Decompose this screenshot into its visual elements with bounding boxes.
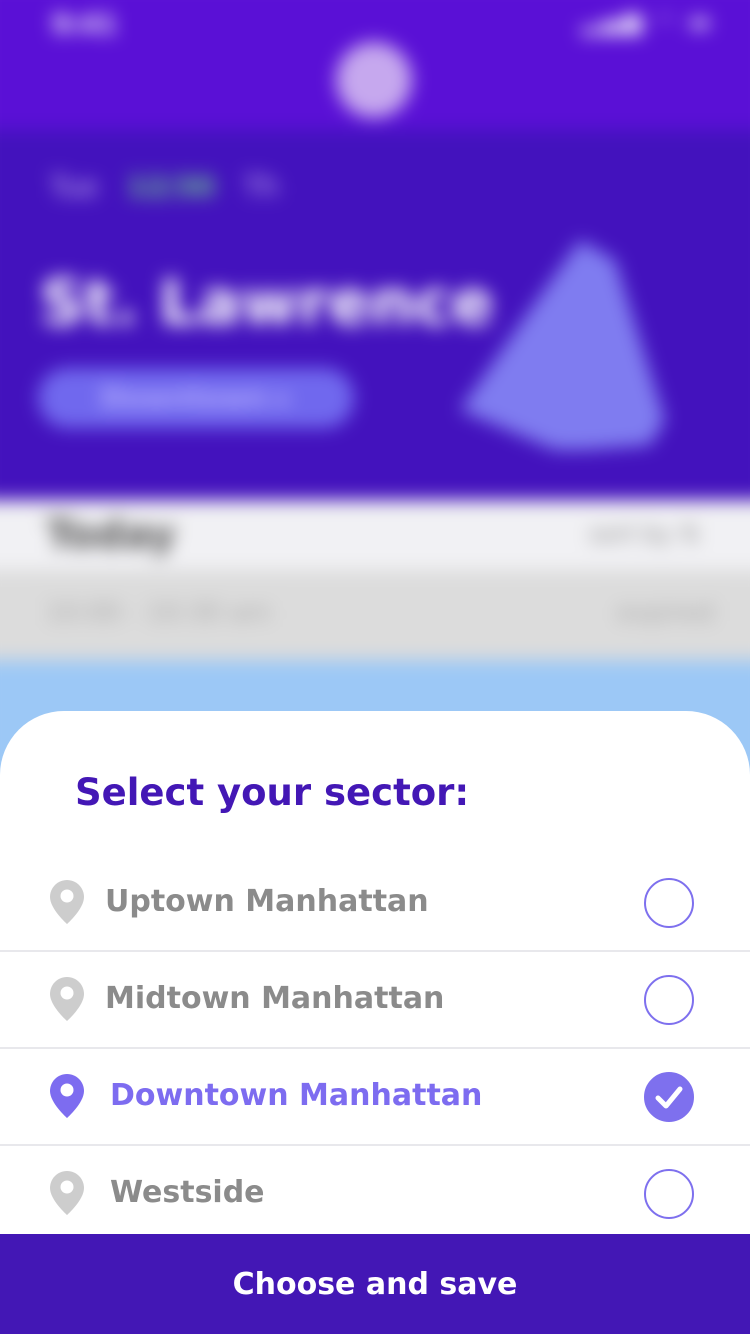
- location-pin-icon: [50, 977, 84, 1021]
- radio-unchecked[interactable]: [644, 878, 694, 928]
- location-pin-icon: [50, 880, 84, 924]
- sheet-title: Select your sector:: [75, 771, 470, 814]
- bg-sort-control: sort by ⇅: [588, 520, 700, 548]
- checkmark-icon: [655, 1086, 683, 1109]
- sector-option-label: Westside: [110, 1175, 265, 1210]
- bg-slot-state: expired: [616, 598, 714, 628]
- bg-map-shape: [460, 240, 665, 450]
- sector-bottom-sheet: Select your sector: Uptown Manhattan Mid…: [0, 711, 750, 1334]
- sector-option-label: Uptown Manhattan: [105, 884, 429, 919]
- bg-sector-pill: Downtown ▸: [38, 368, 354, 428]
- bg-slot-time: 10:00 - 10:30 am: [46, 598, 272, 628]
- bg-map-shape-path: [460, 240, 665, 450]
- bg-location-title: St. Lawrence: [40, 266, 494, 339]
- location-pin-icon: [50, 1074, 84, 1118]
- bg-status-time: 9:41: [52, 10, 117, 40]
- sector-option-label: Midtown Manhattan: [105, 981, 445, 1016]
- sector-option-label: Downtown Manhattan: [110, 1078, 483, 1113]
- bg-today-label: Today: [46, 512, 176, 558]
- choose-and-save-button[interactable]: Choose and save: [0, 1234, 750, 1334]
- bg-avatar: [336, 42, 412, 118]
- bg-status-icons: ▂▄▆ ◠ ▬: [582, 10, 714, 35]
- radio-unchecked[interactable]: [644, 975, 694, 1025]
- radio-unchecked[interactable]: [644, 1169, 694, 1219]
- radio-checked[interactable]: [644, 1072, 694, 1122]
- bg-date-prev: Tue: [50, 170, 98, 203]
- sector-option-uptown[interactable]: Uptown Manhattan: [0, 855, 750, 952]
- sector-option-midtown[interactable]: Midtown Manhattan: [0, 952, 750, 1049]
- sector-option-westside[interactable]: Westside: [0, 1146, 750, 1241]
- sector-option-downtown[interactable]: Downtown Manhattan: [0, 1049, 750, 1146]
- bg-date-row: Tue 12/30 Th: [50, 170, 279, 203]
- sector-options-list: Uptown Manhattan Midtown Manhattan Downt…: [0, 855, 750, 1241]
- bg-date-next: Th: [243, 170, 279, 203]
- bg-date-current: 12/30: [126, 170, 215, 203]
- location-pin-icon: [50, 1171, 84, 1215]
